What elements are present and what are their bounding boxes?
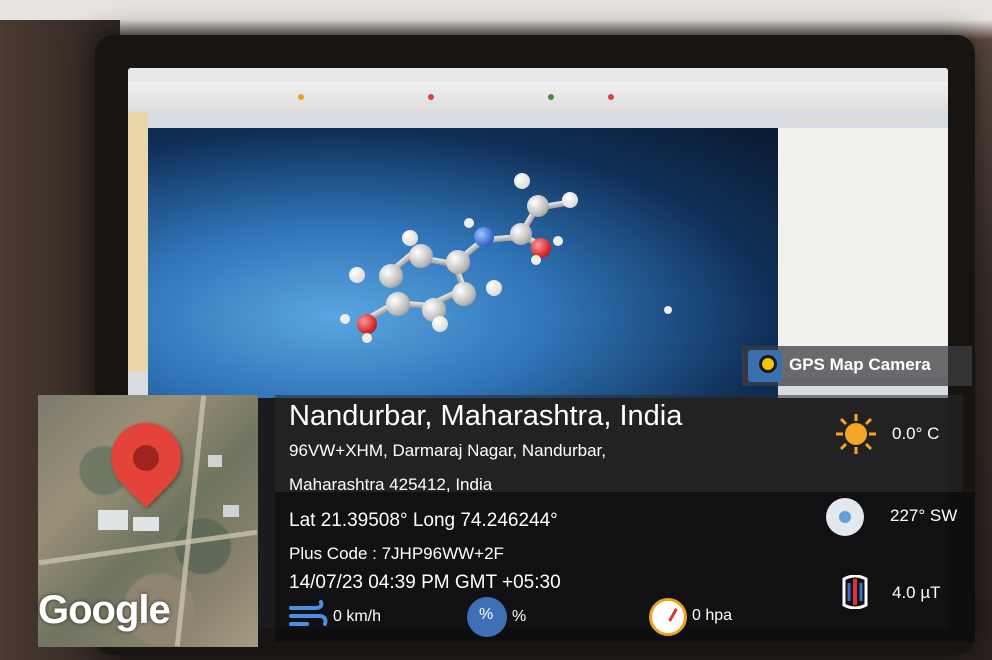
- location-title: Nandurbar, Maharashtra, India: [289, 400, 683, 432]
- map-building: [133, 517, 159, 531]
- humidity-icon: [467, 597, 507, 637]
- toolbar-icon: [428, 94, 434, 100]
- lat-long: Lat 21.39508° Long 74.246244°: [289, 510, 558, 531]
- hydrogen-atom: [486, 280, 502, 296]
- hydrogen-atom: [531, 255, 541, 265]
- oxygen-atom: [357, 314, 377, 334]
- magnetic-field-icon: [842, 575, 868, 609]
- temperature: 0.0° C: [892, 424, 940, 443]
- app-left-strip: [128, 112, 148, 372]
- hydrogen-atom: [514, 173, 530, 189]
- hydrogen-atom: [349, 267, 365, 283]
- toolbar-icon: [298, 94, 304, 100]
- gps-badge-label: GPS Map Camera: [789, 355, 931, 374]
- hydrogen-atom: [553, 236, 563, 246]
- wind-icon: [289, 600, 328, 626]
- hydrogen-atom: [664, 306, 672, 314]
- date-time: 14/07/23 04:39 PM GMT +05:30: [289, 572, 561, 593]
- toolbar-icon: [608, 94, 614, 100]
- address-line-2: Maharashtra 425412, India: [289, 475, 493, 494]
- gps-map-camera-logo-icon: [748, 350, 782, 382]
- map-building: [98, 510, 128, 530]
- side-panel-header: [788, 116, 938, 126]
- google-logo: Google: [38, 588, 171, 632]
- map-road: [38, 529, 258, 566]
- carbon-atom: [386, 292, 410, 316]
- map-building: [208, 455, 222, 467]
- hydrogen-atom: [340, 314, 350, 324]
- hydrogen-atom: [362, 333, 372, 343]
- pressure-gauge-icon: [649, 598, 687, 636]
- hydrogen-atom: [464, 218, 474, 228]
- carbon-atom: [446, 250, 470, 274]
- carbon-atom: [409, 244, 433, 268]
- address-line-1: 96VW+XHM, Darmaraj Nagar, Nandurbar,: [289, 441, 606, 460]
- humidity: %: [512, 608, 527, 625]
- magnetic-field: 4.0 µT: [892, 583, 941, 602]
- app-toolbar: [128, 82, 948, 112]
- hydrogen-atom: [402, 230, 418, 246]
- wind-direction: 227° SW: [890, 506, 958, 525]
- nitrogen-atom: [474, 227, 494, 247]
- carbon-atom: [510, 223, 532, 245]
- app-menubar: [128, 68, 948, 82]
- map-building: [223, 505, 239, 517]
- carbon-atom: [379, 264, 403, 288]
- map-road: [174, 395, 207, 647]
- compass-icon: [826, 498, 864, 536]
- plus-code: Plus Code : 7JHP96WW+2F: [289, 544, 504, 563]
- carbon-atom: [452, 282, 476, 306]
- carbon-atom: [527, 195, 549, 217]
- structure-side-panel: [778, 128, 948, 378]
- wind-speed: 0 km/h: [333, 608, 382, 625]
- map-pin-icon: [96, 408, 196, 508]
- hydrogen-atom: [562, 192, 578, 208]
- hydrogen-atom: [432, 316, 448, 332]
- pressure: 0 hpa: [692, 607, 733, 624]
- sun-icon: [836, 414, 876, 454]
- toolbar-icon: [548, 94, 554, 100]
